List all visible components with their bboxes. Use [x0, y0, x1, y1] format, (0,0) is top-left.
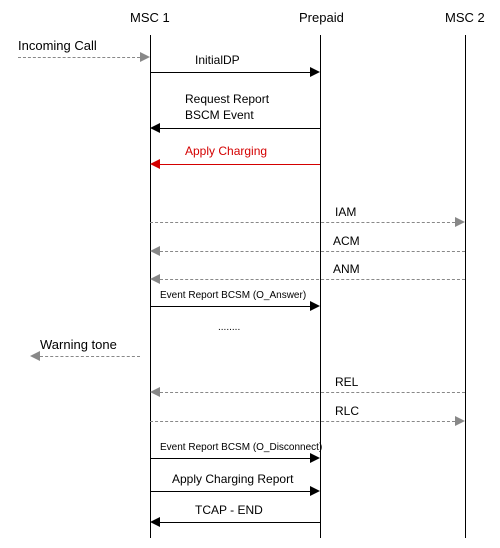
lifeline-msc1 [150, 35, 151, 538]
msg-evt-disc-label: Event Report BCSM (O_Disconnect) [160, 442, 322, 453]
msg-rel-line [160, 392, 465, 394]
msg-anm-line [160, 279, 465, 281]
msg-applyreport-line [150, 491, 310, 493]
msg-rlc-arrowhead [455, 416, 465, 426]
msg-evt-disc-arrowhead [310, 453, 320, 463]
msg-reqreport-arrowhead [150, 123, 160, 133]
msg-tcapend-line [160, 522, 320, 524]
msg-reqreport-line [160, 128, 320, 130]
sequence-diagram: MSC 1 Prepaid MSC 2 Incoming Call Initia… [0, 0, 500, 548]
lifeline-prepaid [320, 35, 321, 538]
msg-tcapend-arrowhead [150, 517, 160, 527]
msg-initialdp-arrowhead [310, 67, 320, 77]
participant-msc2: MSC 2 [445, 10, 485, 25]
msg-rel-label: REL [335, 375, 358, 389]
participant-prepaid: Prepaid [299, 10, 344, 25]
lifeline-msc2 [465, 35, 466, 538]
msg-tcapend-label: TCAP - END [195, 503, 263, 517]
msg-rlc-line [150, 421, 455, 423]
msg-rlc-label: RLC [335, 404, 359, 418]
warning-tone-line [40, 356, 140, 358]
msg-evt-answer-label: Event Report BCSM (O_Answer) [160, 290, 306, 301]
msg-anm-label: ANM [333, 262, 360, 276]
msg-acm-line [160, 251, 465, 253]
msg-evt-answer-arrowhead [310, 301, 320, 311]
msg-reqreport-l1: Request Report [185, 92, 269, 106]
msg-applyreport-label: Apply Charging Report [172, 472, 293, 486]
msg-iam-label: IAM [335, 205, 356, 219]
msg-applyreport-arrowhead [310, 486, 320, 496]
msg-reqreport-l2: BSCM Event [185, 108, 254, 122]
msg-initialdp-line [150, 72, 310, 74]
msg-acm-label: ACM [333, 234, 360, 248]
incoming-call-arrow [18, 57, 140, 59]
msg-anm-arrowhead [150, 274, 160, 284]
participant-msc1: MSC 1 [130, 10, 170, 25]
incoming-call-arrowhead [140, 52, 150, 62]
msg-acm-arrowhead [150, 246, 160, 256]
msg-iam-line [150, 222, 455, 224]
msg-applycharging-arrowhead [150, 159, 160, 169]
msg-rel-arrowhead [150, 387, 160, 397]
msg-evt-disc-line [150, 458, 310, 460]
msg-applycharging-label: Apply Charging [185, 144, 267, 158]
msg-initialdp-label: InitialDP [195, 53, 240, 67]
warning-tone-arrowhead [30, 351, 40, 361]
msg-evt-answer-line [150, 306, 310, 308]
msg-applycharging-line [160, 164, 320, 166]
warning-tone-label: Warning tone [40, 337, 117, 352]
msg-iam-arrowhead [455, 217, 465, 227]
msg-ellipsis: ........ [218, 322, 240, 333]
incoming-call-label: Incoming Call [18, 38, 97, 53]
